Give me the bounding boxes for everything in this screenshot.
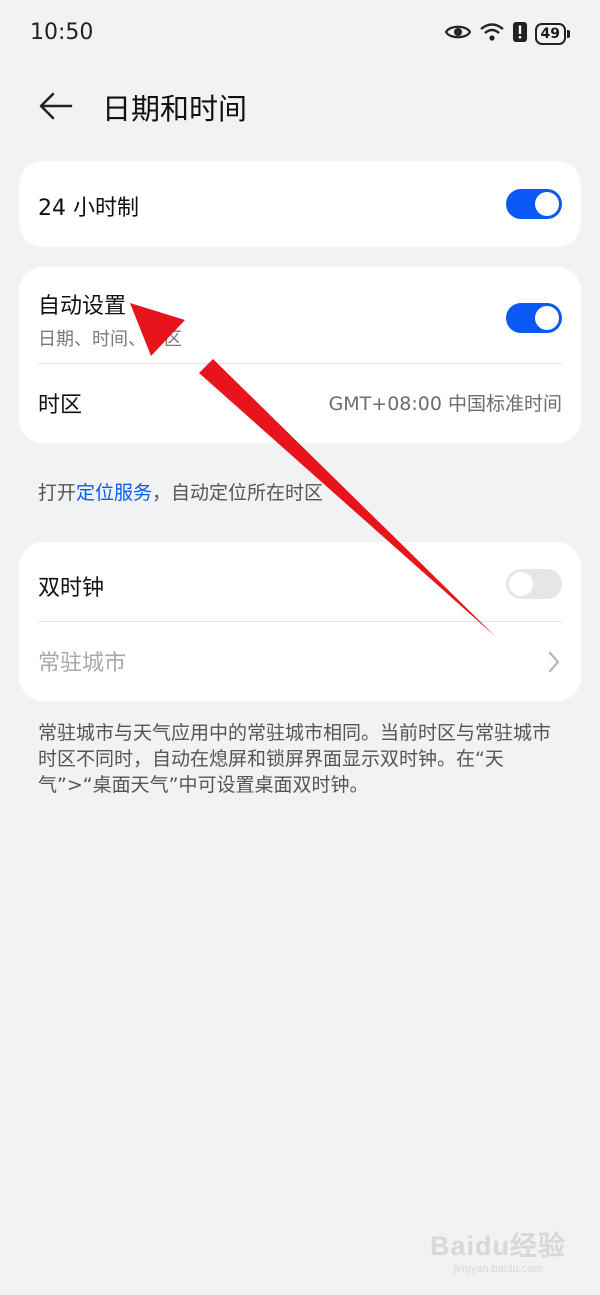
watermark-brand: Baidu经验 bbox=[429, 1231, 566, 1261]
toggle-knob bbox=[535, 192, 559, 216]
toggle-knob bbox=[509, 572, 533, 596]
status-bar: 10:50 49 bbox=[0, 0, 600, 70]
timezone-label: 时区 bbox=[38, 393, 83, 418]
location-service-link[interactable]: 定位服务 bbox=[76, 482, 152, 504]
watermark: Baidu经验 jingyan.baidu.com bbox=[430, 1224, 566, 1275]
location-note-suffix: ，自动定位所在时区 bbox=[152, 482, 324, 504]
auto-set-toggle[interactable] bbox=[506, 303, 562, 333]
back-button[interactable] bbox=[34, 84, 78, 128]
auto-set-row[interactable]: 自动设置 日期、时间、时区 bbox=[19, 267, 581, 363]
battery-indicator: 49 bbox=[534, 23, 570, 45]
location-note-prefix: 打开 bbox=[38, 482, 77, 504]
toggle-knob bbox=[535, 306, 559, 330]
watermark-sub: jingyan.baidu.com bbox=[453, 1263, 543, 1275]
status-icons: 49 bbox=[444, 22, 570, 46]
hour24-row[interactable]: 24 小时制 bbox=[19, 161, 581, 247]
back-arrow-icon bbox=[39, 92, 73, 120]
home-city-label: 常驻城市 bbox=[38, 651, 127, 676]
dual-clock-label: 双时钟 bbox=[38, 576, 105, 601]
eye-icon bbox=[444, 23, 471, 45]
auto-set-card: 自动设置 日期、时间、时区 时区 GMT+08:00 中国标准时间 bbox=[19, 267, 581, 443]
auto-set-sublabel: 日期、时间、时区 bbox=[38, 329, 182, 350]
timezone-row[interactable]: 时区 GMT+08:00 中国标准时间 bbox=[19, 364, 581, 443]
location-note: 打开定位服务，自动定位所在时区 bbox=[38, 478, 323, 505]
home-city-row[interactable]: 常驻城市 bbox=[19, 622, 581, 701]
battery-level: 49 bbox=[534, 23, 566, 45]
header: 日期和时间 bbox=[0, 70, 600, 146]
dual-clock-toggle[interactable] bbox=[506, 569, 562, 599]
dual-clock-row[interactable]: 双时钟 bbox=[19, 542, 581, 621]
wifi-icon bbox=[479, 22, 505, 46]
page-title: 日期和时间 bbox=[102, 92, 248, 126]
auto-set-label: 自动设置 bbox=[38, 294, 127, 319]
hour24-card: 24 小时制 bbox=[19, 161, 581, 247]
hour24-label: 24 小时制 bbox=[38, 196, 139, 221]
timezone-value: GMT+08:00 中国标准时间 bbox=[328, 393, 562, 415]
hour24-toggle[interactable] bbox=[506, 189, 562, 219]
chevron-right-icon bbox=[548, 651, 560, 673]
battery-tip bbox=[567, 30, 570, 38]
dual-clock-footnote: 常驻城市与天气应用中的常驻城市相同。当前时区与常驻城市时区不同时，自动在熄屏和锁… bbox=[38, 722, 552, 796]
dual-clock-card: 双时钟 常驻城市 bbox=[19, 542, 581, 701]
alert-icon bbox=[512, 22, 527, 46]
status-time: 10:50 bbox=[30, 20, 94, 45]
